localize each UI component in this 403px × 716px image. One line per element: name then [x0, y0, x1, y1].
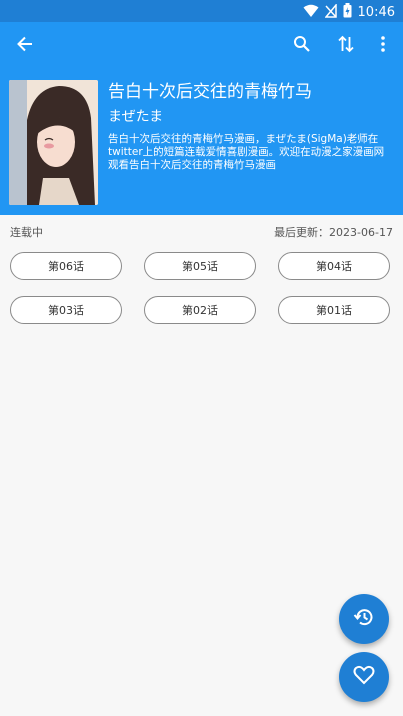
chapter-button[interactable]: 第06话 — [10, 252, 122, 280]
sort-icon — [338, 35, 354, 57]
wifi-icon — [303, 3, 319, 22]
status-bar: 10:46 — [0, 0, 403, 22]
sort-button[interactable] — [332, 32, 360, 60]
comic-description: 告白十次后交往的青梅竹马漫画，まぜたま(SigMa)老师在twitter上的短篇… — [108, 133, 385, 171]
status-time: 10:46 — [357, 4, 395, 20]
comic-meta-row: 连载中 最后更新：2023-06-17 — [0, 222, 403, 240]
chapter-button[interactable]: 第01话 — [278, 296, 390, 324]
back-button[interactable] — [11, 32, 39, 60]
comic-cover-image[interactable] — [9, 80, 98, 205]
more-vert-icon — [380, 36, 386, 56]
chapter-button[interactable]: 第02话 — [144, 296, 256, 324]
favorite-button[interactable] — [339, 652, 389, 702]
battery-charging-icon — [343, 3, 352, 22]
serial-status: 连载中 — [10, 226, 43, 239]
search-icon — [293, 35, 311, 57]
comic-header: 告白十次后交往的青梅竹马 まぜたま 告白十次后交往的青梅竹马漫画，まぜたま(Si… — [0, 22, 403, 215]
back-arrow-icon — [16, 35, 34, 57]
comic-title: 告白十次后交往的青梅竹马 — [108, 82, 312, 102]
history-button[interactable] — [339, 594, 389, 644]
search-button[interactable] — [288, 32, 316, 60]
chapter-button[interactable]: 第04话 — [278, 252, 390, 280]
chapter-button[interactable]: 第03话 — [10, 296, 122, 324]
comic-author[interactable]: まぜたま — [108, 108, 163, 126]
chapter-button[interactable]: 第05话 — [144, 252, 256, 280]
heart-icon — [353, 665, 375, 689]
history-icon — [353, 606, 375, 632]
signal-off-icon — [323, 2, 337, 22]
last-updated: 最后更新：2023-06-17 — [274, 226, 393, 239]
more-options-button[interactable] — [369, 32, 397, 60]
